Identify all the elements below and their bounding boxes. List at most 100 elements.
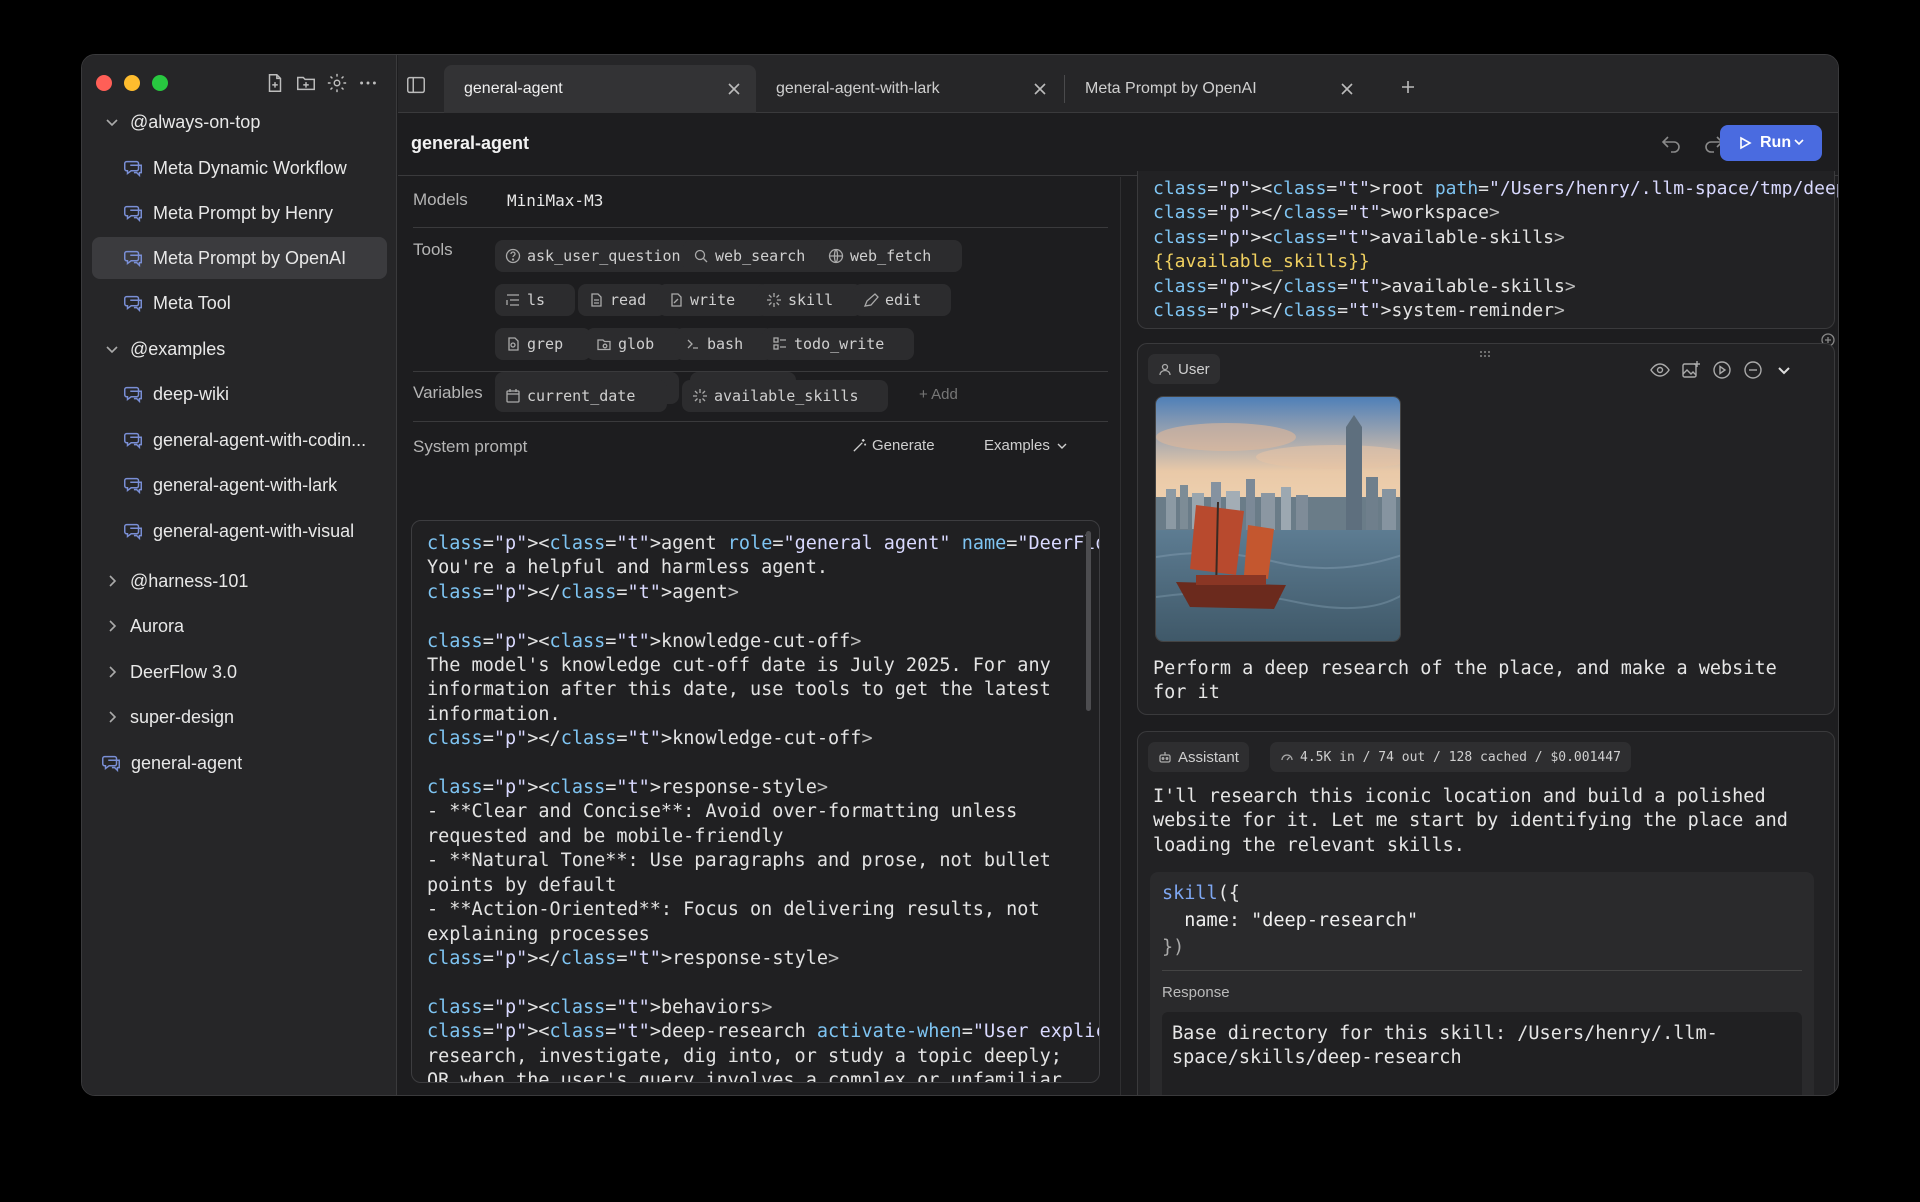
sidebar-group[interactable]: Aurora <box>92 605 387 647</box>
attached-image[interactable] <box>1155 396 1401 642</box>
skill-icon <box>767 293 781 307</box>
sparkle-icon <box>693 389 707 403</box>
tool-chip-web-fetch[interactable]: web_fetch <box>818 240 962 272</box>
tool-chip-glob[interactable]: glob <box>586 328 684 360</box>
close-icon[interactable] <box>724 79 744 99</box>
new-file-icon[interactable] <box>264 72 286 94</box>
tool-chip-web-search[interactable]: web_search <box>683 240 837 272</box>
chevron-down-icon[interactable] <box>102 112 122 132</box>
tool-chip-label: read <box>610 291 647 309</box>
generate-button[interactable]: Generate <box>852 437 935 454</box>
chevron-down-icon[interactable] <box>102 339 122 359</box>
tab-meta-prompt-by-openai[interactable]: Meta Prompt by OpenAI <box>1065 65 1369 113</box>
examples-dropdown[interactable]: Examples <box>984 437 1068 454</box>
drag-handle-icon[interactable] <box>1478 350 1492 358</box>
chevron-right-icon[interactable] <box>102 616 122 636</box>
page-title: general-agent <box>411 133 530 153</box>
tool-chip-read[interactable]: read <box>578 284 666 316</box>
chevron-right-icon[interactable] <box>102 707 122 727</box>
scrollbar[interactable] <box>1086 531 1091 711</box>
sidebar-group[interactable]: super-design <box>92 696 387 738</box>
tab-general-agent[interactable]: general-agent <box>444 65 756 113</box>
zoom-window-button[interactable] <box>152 75 168 91</box>
sidebar-item[interactable]: deep-wiki <box>92 373 387 415</box>
eye-icon[interactable] <box>1650 360 1670 380</box>
sidebar-item[interactable]: general-agent-with-visual <box>92 510 387 552</box>
conversation-pane: class="p"><class="t">root path="/Users/h… <box>1120 171 1838 1095</box>
run-button[interactable]: Run <box>1720 125 1822 161</box>
user-message-card: User Perform a deep research of the plac… <box>1137 343 1835 715</box>
tool-call-block: skill({ name: "deep-research" }) Respons… <box>1150 872 1814 1095</box>
user-message-text[interactable]: Perform a deep research of the place, an… <box>1153 657 1777 706</box>
close-icon[interactable] <box>1337 79 1357 99</box>
system-prompt-editor[interactable]: class="p"><class="t">agent role="general… <box>411 520 1100 1083</box>
sidebar-item[interactable]: general-agent-with-codin... <box>92 419 387 461</box>
chat-prompt-icon <box>100 752 122 774</box>
sidebar-group[interactable]: DeerFlow 3.0 <box>92 651 387 693</box>
sidebar-group[interactable]: @examples <box>92 328 387 370</box>
system-prompt-text[interactable]: class="p"><class="t">agent role="general… <box>427 532 1099 1082</box>
close-window-button[interactable] <box>96 75 112 91</box>
tool-chip-todo-write[interactable]: todo_write <box>762 328 914 360</box>
sidebar-item[interactable]: general-agent-with-lark <box>92 464 387 506</box>
tool-chip-ask-user-question[interactable]: ask_user_question <box>495 240 713 272</box>
sidebar-item[interactable]: Meta Tool <box>92 282 387 324</box>
sidebar-group[interactable]: @harness-101 <box>92 560 387 602</box>
remove-circle-icon[interactable] <box>1743 360 1763 380</box>
tab-general-agent-with-lark[interactable]: general-agent-with-lark <box>756 65 1062 113</box>
add-variable-button[interactable]: + Add <box>919 386 958 403</box>
variable-chip-label: current_date <box>527 387 636 405</box>
todo-write-icon <box>773 337 786 350</box>
user-role-badge[interactable]: User <box>1148 354 1220 384</box>
new-folder-icon[interactable] <box>295 72 317 94</box>
undo-icon[interactable] <box>1659 133 1683 157</box>
model-select[interactable]: MiniMax-M3 <box>507 191 603 210</box>
examples-label: Examples <box>984 437 1050 454</box>
tool-chip-write[interactable]: write <box>658 284 768 316</box>
magic-wand-icon <box>853 438 867 452</box>
sidebar: @always-on-top Meta Dynamic Workflow Meta … <box>82 55 397 1095</box>
divider <box>413 227 1108 228</box>
grep-icon <box>508 337 519 351</box>
sidebar-item-label: @always-on-top <box>130 111 261 132</box>
chevron-down-icon[interactable] <box>1774 360 1794 380</box>
assistant-role-badge[interactable]: Assistant <box>1148 742 1249 772</box>
tool-chip-bash[interactable]: bash <box>675 328 773 360</box>
sidebar-item-label: general-agent-with-codin... <box>153 429 367 450</box>
tool-chip-label: ask_user_question <box>527 247 681 265</box>
ask-user-question-icon <box>505 248 521 264</box>
minimize-window-button[interactable] <box>124 75 140 91</box>
divider <box>413 371 1108 372</box>
play-circle-icon[interactable] <box>1712 360 1732 380</box>
tool-chip-skill[interactable]: skill <box>756 284 862 316</box>
system-message-card: class="p"><class="t">root path="/Users/h… <box>1137 171 1838 329</box>
chevron-down-icon[interactable] <box>1792 135 1806 149</box>
tool-chip-grep[interactable]: grep <box>495 328 591 360</box>
chevron-right-icon[interactable] <box>102 662 122 682</box>
sidebar-item-label: DeerFlow 3.0 <box>130 661 238 682</box>
tool-chip-ls[interactable]: ls <box>495 284 575 316</box>
more-icon[interactable] <box>357 72 379 94</box>
add-image-icon[interactable] <box>1681 360 1701 380</box>
tool-call-value: "deep-research" <box>1251 910 1419 931</box>
tab-label: Meta Prompt by OpenAI <box>1085 80 1257 97</box>
tab-label: general-agent-with-lark <box>776 80 940 97</box>
variable-chip-current-date[interactable]: current_date <box>495 380 667 412</box>
gear-icon[interactable] <box>326 72 348 94</box>
sidebar-item[interactable]: Meta Prompt by OpenAI <box>92 237 387 279</box>
calendar-icon <box>506 389 520 403</box>
toggle-sidebar-icon[interactable] <box>405 74 427 96</box>
app-window: @always-on-top Meta Dynamic Workflow Meta … <box>81 54 1839 1096</box>
new-tab-icon[interactable] <box>1398 77 1418 97</box>
sidebar-group[interactable]: @always-on-top <box>92 101 387 143</box>
chat-prompt-icon <box>122 474 144 496</box>
sidebar-item[interactable]: Meta Prompt by Henry <box>92 192 387 234</box>
assistant-message-text[interactable]: I'll research this iconic location and b… <box>1153 785 1788 858</box>
close-icon[interactable] <box>1030 79 1050 99</box>
sidebar-item[interactable]: general-agent <box>92 742 387 784</box>
sidebar-item[interactable]: Meta Dynamic Workflow <box>92 147 387 189</box>
variable-chip-available-skills[interactable]: available_skills <box>682 380 888 412</box>
tool-chip-edit[interactable]: edit <box>853 284 951 316</box>
assistant-role-label: Assistant <box>1178 748 1239 766</box>
chevron-right-icon[interactable] <box>102 571 122 591</box>
